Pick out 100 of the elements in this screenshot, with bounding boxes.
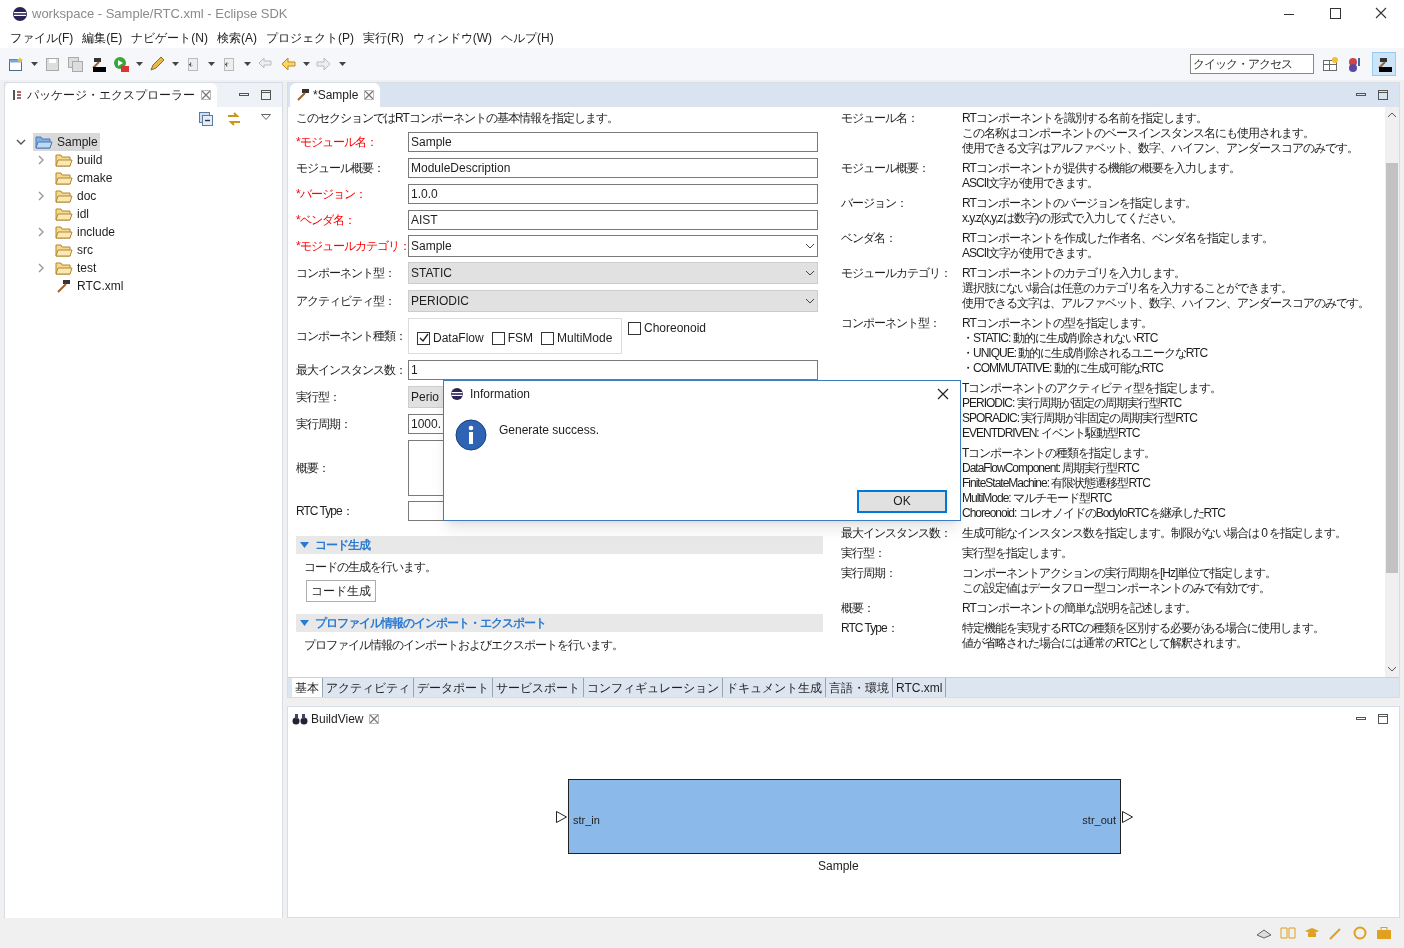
folder-icon [55, 171, 73, 185]
ok-button[interactable]: OK [857, 489, 947, 513]
dropdown-caret-icon[interactable] [208, 61, 215, 67]
help-description: Tコンポーネントのアクティビティ型を指定します。 PERIODIC: 実行周期が固定の周期実行型RTC SPORADIC: 実行周期が非固定の周期実行型RTC EVENTDRIVEN: イベント駆動型RTC [962, 381, 1222, 441]
dropdown-caret-icon [805, 298, 815, 304]
text-field[interactable]: 1.0.0 [408, 184, 818, 204]
view-tab-title[interactable]: BuildView [311, 710, 364, 728]
help-label: ベンダ名： [841, 231, 897, 246]
quick-access-field[interactable]: クイック・アクセス [1190, 54, 1314, 74]
section-header[interactable]: コード生成 [296, 536, 823, 554]
view-menu-icon[interactable] [260, 111, 272, 123]
expanded-triangle-icon [300, 542, 309, 548]
dropdown-caret-icon[interactable] [172, 61, 179, 67]
dialog-title: Information [470, 386, 531, 403]
pencil-icon[interactable] [149, 55, 166, 73]
menu-item[interactable]: ファイル(F) [6, 29, 78, 47]
link-arrows-icon[interactable] [226, 111, 242, 127]
dropdown-caret-icon[interactable] [303, 61, 310, 67]
close-icon[interactable] [936, 387, 950, 401]
menu-item[interactable]: 編集(E) [78, 29, 127, 47]
field-label: *バージョン： [296, 186, 367, 203]
save-all-icon [67, 55, 84, 73]
dropdown[interactable]: Sample [408, 235, 818, 257]
editor-page-tab[interactable]: 言語・環境 [826, 678, 893, 697]
tree-item[interactable]: src [53, 241, 95, 259]
dropdown[interactable]: PERIODIC [408, 290, 818, 312]
field-label: 実行周期： [296, 416, 352, 433]
tree-item[interactable]: include [53, 223, 118, 241]
run-icon[interactable] [113, 55, 130, 73]
help-label: RTC Type： [841, 621, 899, 636]
expanded-triangle-icon [300, 620, 309, 626]
output-port-icon[interactable] [1122, 811, 1134, 823]
field-label: 実行型： [296, 389, 341, 406]
checkbox[interactable]: FSM [491, 329, 534, 347]
text-field[interactable]: 1 [408, 360, 818, 380]
open-perspective-icon[interactable] [1322, 55, 1339, 73]
menu-item[interactable]: プロジェクト(P) [262, 29, 358, 47]
new-window-icon[interactable] [8, 55, 25, 73]
text-field[interactable]: AIST [408, 210, 818, 230]
vertical-scrollbar[interactable] [1385, 107, 1399, 677]
help-description: コンポーネントアクションの実行周期を[Hz]単位で指定します。 この設定値はデータフロー型コンポーネントのみで有効です。 [962, 566, 1277, 596]
help-label: 実行型： [841, 546, 886, 561]
tree-item[interactable]: RTC.xml [53, 277, 126, 295]
dropdown-caret-icon[interactable] [31, 61, 38, 67]
checkbox[interactable]: Choreonoid [628, 319, 707, 337]
menu-item[interactable]: 実行(R) [359, 29, 408, 47]
tree-item[interactable]: cmake [53, 169, 115, 187]
editor-page-tab[interactable]: サービスポート [493, 678, 584, 697]
maximize-icon[interactable] [1377, 713, 1389, 725]
generate-code-button[interactable]: コード生成 [306, 580, 376, 602]
editor-page-tab[interactable]: 基本 [292, 678, 323, 697]
dropdown-caret-icon[interactable] [244, 61, 251, 67]
dialog-message: Generate success. [499, 422, 600, 439]
tree-item[interactable]: doc [53, 187, 99, 205]
tree-item[interactable]: idl [53, 205, 91, 223]
menu-item[interactable]: ナビゲート(N) [127, 29, 212, 47]
menu-item[interactable]: ヘルプ(H) [497, 29, 558, 47]
section-description: このセクションではRTコンポーネントの基本情報を指定します。 [296, 110, 619, 127]
hammer-rt-icon[interactable] [90, 55, 107, 73]
text-field[interactable]: ModuleDescription [408, 158, 818, 178]
field-label: コンポーネント型： [296, 265, 396, 282]
component-block[interactable]: str_in str_out [568, 779, 1121, 854]
help-description: RTコンポーネントのカテゴリを入力します。 選択肢にない場合は任意のカテゴリ名を入力することができます。 使用できる文字は、アルファベット、数字、ハイフン、アンダースコアのみです。 [962, 266, 1369, 311]
editor-page-tab[interactable]: データポート [414, 678, 493, 697]
section-header[interactable]: プロファイル情報のインポート・エクスポート [296, 614, 823, 632]
field-label: モジュール概要： [296, 160, 385, 177]
help-description: Tコンポーネントの種類を指定します。 DataFlowComponent: 周期実行型RTC FiniteStateMachine: 有限状態遷移型RTC MultiMode: マルチモード型RTC Choreonoid: コレオノイドのBodyIoRTCを継承したRTC [962, 446, 1225, 521]
tree-item[interactable]: Sample [33, 133, 100, 151]
maximize-icon[interactable] [1377, 89, 1389, 101]
eclipse-logo-icon [450, 387, 464, 401]
tree-item[interactable]: test [53, 259, 99, 277]
field-label: RTC Type： [296, 503, 354, 520]
maximize-icon[interactable] [260, 89, 272, 101]
help-label: モジュール概要： [841, 161, 930, 176]
dropdown[interactable]: STATIC [408, 262, 818, 284]
help-description: RTコンポーネントの簡単な説明を記述します。 [962, 601, 1196, 616]
help-label: 実行周期： [841, 566, 897, 581]
save-icon [44, 55, 61, 73]
dropdown-caret-icon [805, 270, 815, 276]
checkbox[interactable]: DataFlow [417, 329, 484, 347]
dropdown-caret-icon[interactable] [339, 61, 346, 67]
input-port-icon[interactable] [556, 811, 568, 823]
help-description: 実行型を指定します。 [962, 546, 1072, 561]
field-label: *モジュール名： [296, 134, 378, 151]
hammer-icon [296, 88, 310, 102]
text-field[interactable]: Sample [408, 132, 818, 152]
menu-item[interactable]: 検索(A) [213, 29, 261, 47]
dropdown-caret-icon[interactable] [136, 61, 143, 67]
menu-item[interactable]: ウィンドウ(W) [408, 29, 496, 47]
back-arrow-icon[interactable] [280, 55, 297, 73]
tree-item[interactable]: build [53, 151, 105, 169]
help-label: コンポーネント型： [841, 316, 941, 331]
editor-page-tab[interactable]: RTC.xml [893, 678, 947, 697]
help-description: RTコンポーネントが提供する機能の概要を入力します。 ASCII文字が使用できます。 [962, 161, 1240, 191]
checkbox[interactable]: MultiMode [541, 329, 613, 347]
folder-icon [55, 189, 73, 203]
field-label: 概要： [296, 459, 330, 477]
collapse-all-icon[interactable] [198, 111, 214, 127]
field-label: *モジュールカテゴリ： [296, 238, 408, 255]
section-text: コードの生成を行います。 [303, 559, 437, 576]
